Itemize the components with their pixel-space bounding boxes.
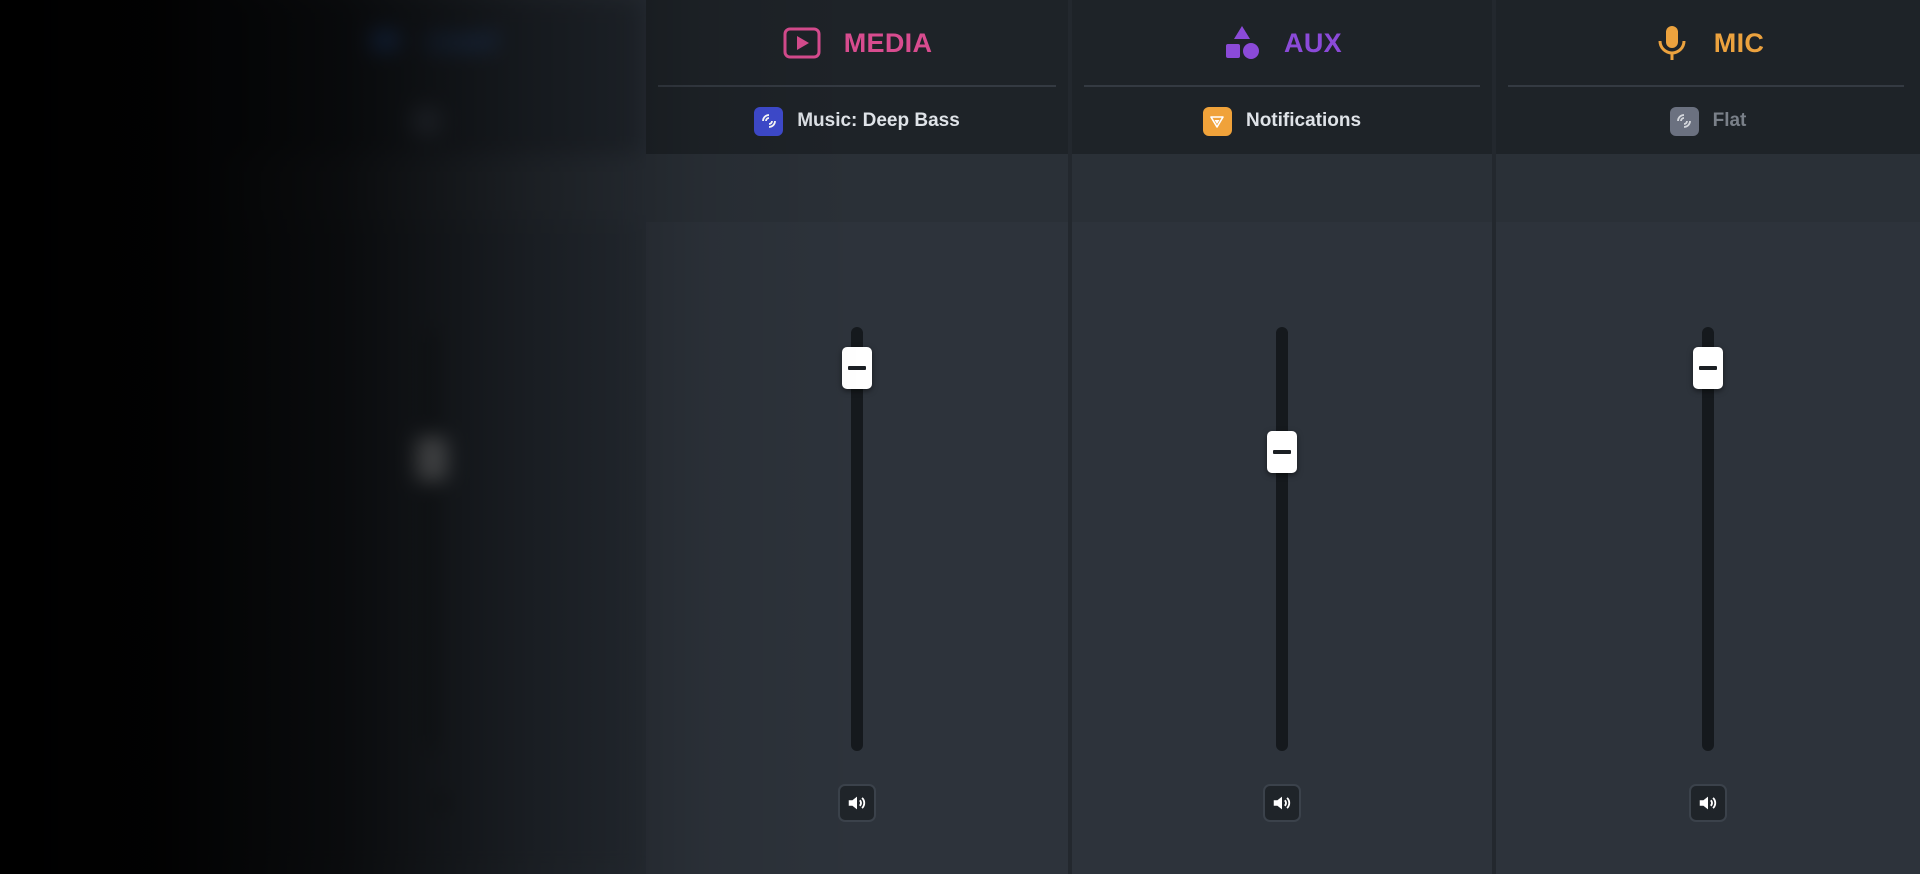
mute-button[interactable]	[422, 784, 460, 822]
eq-preset-selector[interactable]: Music: Deep Bass	[646, 104, 1068, 138]
preset-label: Notifications	[1245, 110, 1362, 131]
volume-slider-track[interactable]	[1702, 327, 1714, 751]
channel-title: AUX	[1284, 27, 1342, 58]
channel-chat: CHAT	[222, 0, 642, 874]
channel-title: MIC	[1713, 27, 1765, 58]
microphone-icon	[1652, 23, 1692, 63]
channel-mic: MIC Flat	[1496, 0, 1920, 874]
volume-slider-thumb[interactable]	[842, 347, 872, 389]
preset-label: Flat	[1712, 110, 1747, 131]
preset-label: Music: Deep Bass	[797, 110, 960, 131]
volume-slider-track[interactable]	[851, 327, 863, 751]
channel-title: MEDIA	[843, 27, 933, 58]
speaker-icon	[1699, 796, 1717, 810]
header-divider	[1084, 85, 1480, 87]
play-icon	[782, 23, 822, 63]
bell-icon	[1202, 106, 1232, 136]
volume-slider-track[interactable]	[425, 327, 437, 751]
header-divider	[1508, 85, 1904, 87]
shapes-icon	[1222, 23, 1262, 63]
channel-media: MEDIA Music: Deep Bass	[646, 0, 1068, 874]
volume-slider-thumb[interactable]	[416, 438, 446, 480]
mute-button[interactable]	[838, 784, 876, 822]
header-divider	[658, 85, 1056, 87]
volume-slider-thumb[interactable]	[1693, 347, 1723, 389]
chat-icon	[364, 23, 404, 63]
equalizer-icon	[1669, 106, 1699, 136]
mute-button[interactable]	[1263, 784, 1301, 822]
equalizer-icon	[410, 106, 440, 136]
volume-slider-track[interactable]	[1276, 327, 1288, 751]
channel-title: CHAT	[425, 27, 501, 58]
eq-preset-selector[interactable]: Notifications	[1072, 104, 1492, 138]
channel-aux: AUX Notifications	[1072, 0, 1492, 874]
speaker-icon	[848, 796, 866, 810]
mute-button[interactable]	[1689, 784, 1727, 822]
eq-preset-selector[interactable]: Flat	[1496, 104, 1920, 138]
volume-slider-thumb[interactable]	[1267, 431, 1297, 473]
equalizer-icon	[754, 106, 784, 136]
speaker-icon	[1273, 796, 1291, 810]
audio-mixer: CHAT MEDIA Music: Deep Bass AUX Notifica…	[0, 0, 1920, 874]
